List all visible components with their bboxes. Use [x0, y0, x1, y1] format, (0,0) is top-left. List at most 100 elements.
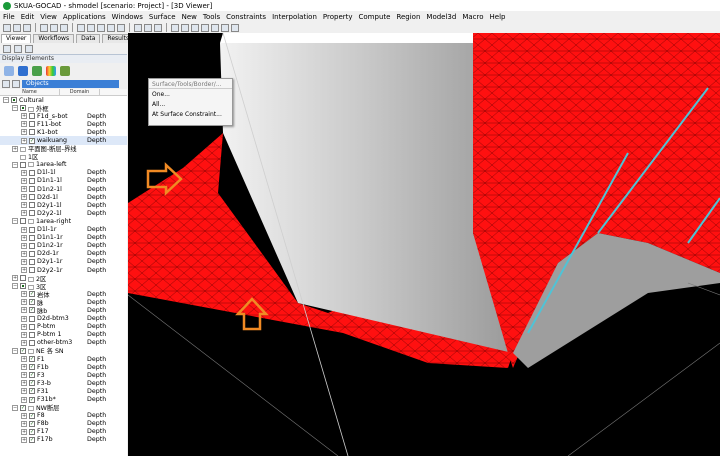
popup-item-at-surface-constraint[interactable]: At Surface Constraint...: [149, 109, 232, 119]
redo-icon[interactable]: [144, 23, 152, 32]
tree-row[interactable]: + ✓ F3-b Depth: [0, 379, 127, 387]
visibility-checkbox[interactable]: [29, 194, 35, 201]
tree-row[interactable]: + ✓ F31b* Depth: [0, 395, 127, 403]
tree-row[interactable]: + D2d-btm3 Depth: [0, 315, 127, 323]
column-domain[interactable]: Domain: [60, 89, 100, 95]
visibility-checkbox[interactable]: [29, 177, 35, 184]
camera-icon[interactable]: [211, 23, 219, 32]
expand-toggle-icon[interactable]: +: [21, 428, 27, 435]
visibility-checkbox[interactable]: [29, 210, 35, 217]
expand-toggle-icon[interactable]: +: [21, 194, 27, 201]
tree-row[interactable]: − ✓ □ NE 各 SN: [0, 347, 127, 355]
tree-row[interactable]: + D1l-1r Depth: [0, 226, 127, 234]
view-3d-icon[interactable]: [201, 23, 209, 32]
tab[interactable]: Workflows: [33, 34, 75, 43]
visibility-checkbox[interactable]: ✓: [29, 299, 35, 306]
visibility-checkbox[interactable]: [20, 275, 26, 282]
visibility-checkbox[interactable]: ✓: [29, 307, 35, 314]
refresh-icon[interactable]: [154, 23, 162, 32]
tree-row[interactable]: + ✓ 脉b Depth: [0, 306, 127, 315]
expand-toggle-icon[interactable]: +: [21, 420, 27, 427]
visibility-checkbox[interactable]: [29, 339, 35, 346]
expand-toggle-icon[interactable]: +: [21, 177, 27, 184]
menu-item[interactable]: File: [3, 13, 15, 21]
visibility-checkbox[interactable]: [29, 169, 35, 176]
expand-toggle-icon[interactable]: +: [21, 129, 27, 136]
display-camera-icon[interactable]: [18, 66, 28, 76]
visibility-checkbox[interactable]: ✓: [29, 356, 35, 363]
expand-toggle-icon[interactable]: +: [21, 436, 27, 443]
column-name[interactable]: Name: [0, 89, 60, 95]
tree-row[interactable]: + D1l-1l Depth: [0, 169, 127, 177]
expand-toggle-icon[interactable]: +: [21, 339, 27, 346]
tree-icon[interactable]: [60, 66, 70, 76]
visibility-checkbox[interactable]: ✓: [29, 420, 35, 427]
visibility-checkbox[interactable]: [29, 202, 35, 209]
expand-toggle-icon[interactable]: +: [21, 202, 27, 209]
tree-row[interactable]: + D2d-1l Depth: [0, 193, 127, 201]
visibility-checkbox[interactable]: ✓: [29, 372, 35, 379]
menu-item[interactable]: Tools: [203, 13, 220, 21]
menu-item[interactable]: Applications: [63, 13, 106, 21]
expand-toggle-icon[interactable]: +: [21, 323, 27, 330]
color-icon[interactable]: [25, 44, 33, 53]
visibility-checkbox[interactable]: ✓: [29, 428, 35, 435]
tree-row[interactable]: + K1-bot Depth: [0, 128, 127, 136]
objects-filter[interactable]: Objects: [22, 80, 119, 88]
visibility-checkbox[interactable]: [29, 121, 35, 128]
expand-toggle-icon[interactable]: +: [21, 331, 27, 338]
visibility-checkbox[interactable]: [29, 234, 35, 241]
visibility-checkbox[interactable]: [29, 226, 35, 233]
expand-toggle-icon[interactable]: −: [12, 283, 18, 290]
paste-icon[interactable]: [60, 23, 68, 32]
tree-row[interactable]: + ✓ 岩体 Depth: [0, 290, 127, 299]
menu-item[interactable]: Constraints: [226, 13, 266, 21]
tree-row[interactable]: + D1n1-1r Depth: [0, 234, 127, 242]
tree-row[interactable]: − □ 1area-right: [0, 217, 127, 225]
visibility-checkbox[interactable]: [29, 315, 35, 322]
expand-toggle-icon[interactable]: +: [12, 275, 18, 282]
tree-row[interactable]: + D1n1-1l Depth: [0, 177, 127, 185]
tree-row[interactable]: □ 1区: [0, 153, 127, 161]
menu-item[interactable]: Compute: [359, 13, 391, 21]
visibility-checkbox[interactable]: [20, 218, 26, 225]
tree-row[interactable]: + ✓ F31 Depth: [0, 387, 127, 395]
tree-row[interactable]: + □ 2区: [0, 274, 127, 283]
expand-toggle-icon[interactable]: +: [21, 169, 27, 176]
save-icon[interactable]: [23, 23, 31, 32]
menu-item[interactable]: Region: [396, 13, 420, 21]
filter-dropdown-icon[interactable]: [2, 80, 10, 88]
menu-item[interactable]: Windows: [112, 13, 143, 21]
visibility-checkbox[interactable]: [29, 323, 35, 330]
menu-item[interactable]: Interpolation: [272, 13, 317, 21]
visibility-checkbox[interactable]: ✓: [29, 436, 35, 443]
expand-toggle-icon[interactable]: +: [21, 242, 27, 249]
menu-item[interactable]: Help: [490, 13, 506, 21]
tree-row[interactable]: + ✓ F1b Depth: [0, 363, 127, 371]
visibility-checkbox[interactable]: ✓: [20, 347, 26, 354]
tab[interactable]: Viewer: [1, 34, 32, 43]
tree-row[interactable]: + ✓ F8b Depth: [0, 420, 127, 428]
tree-row[interactable]: − ✓ □ NW断层: [0, 404, 127, 412]
tree-row[interactable]: + ✓ F17 Depth: [0, 428, 127, 436]
expand-toggle-icon[interactable]: +: [21, 210, 27, 217]
expand-toggle-icon[interactable]: −: [12, 347, 18, 354]
expand-toggle-icon[interactable]: +: [21, 267, 27, 274]
visibility-checkbox[interactable]: [29, 186, 35, 193]
visibility-checkbox[interactable]: ✓: [29, 412, 35, 419]
expand-toggle-icon[interactable]: +: [21, 137, 27, 144]
cut-icon[interactable]: [40, 23, 48, 32]
expand-toggle-icon[interactable]: −: [12, 105, 18, 112]
expand-toggle-icon[interactable]: +: [21, 396, 27, 403]
expand-toggle-icon[interactable]: −: [12, 404, 18, 411]
menu-item[interactable]: Macro: [462, 13, 483, 21]
tree-row[interactable]: + ✓ F8 Depth: [0, 412, 127, 420]
visibility-checkbox[interactable]: [29, 113, 35, 120]
expand-toggle-icon[interactable]: +: [21, 307, 27, 314]
tree-row[interactable]: + F11-bot Depth: [0, 120, 127, 128]
tree-row[interactable]: + D2y1-1l Depth: [0, 201, 127, 209]
layers-icon[interactable]: [231, 23, 239, 32]
expand-toggle-icon[interactable]: +: [21, 113, 27, 120]
new-icon[interactable]: [3, 23, 11, 32]
expand-toggle-icon[interactable]: +: [21, 250, 27, 257]
